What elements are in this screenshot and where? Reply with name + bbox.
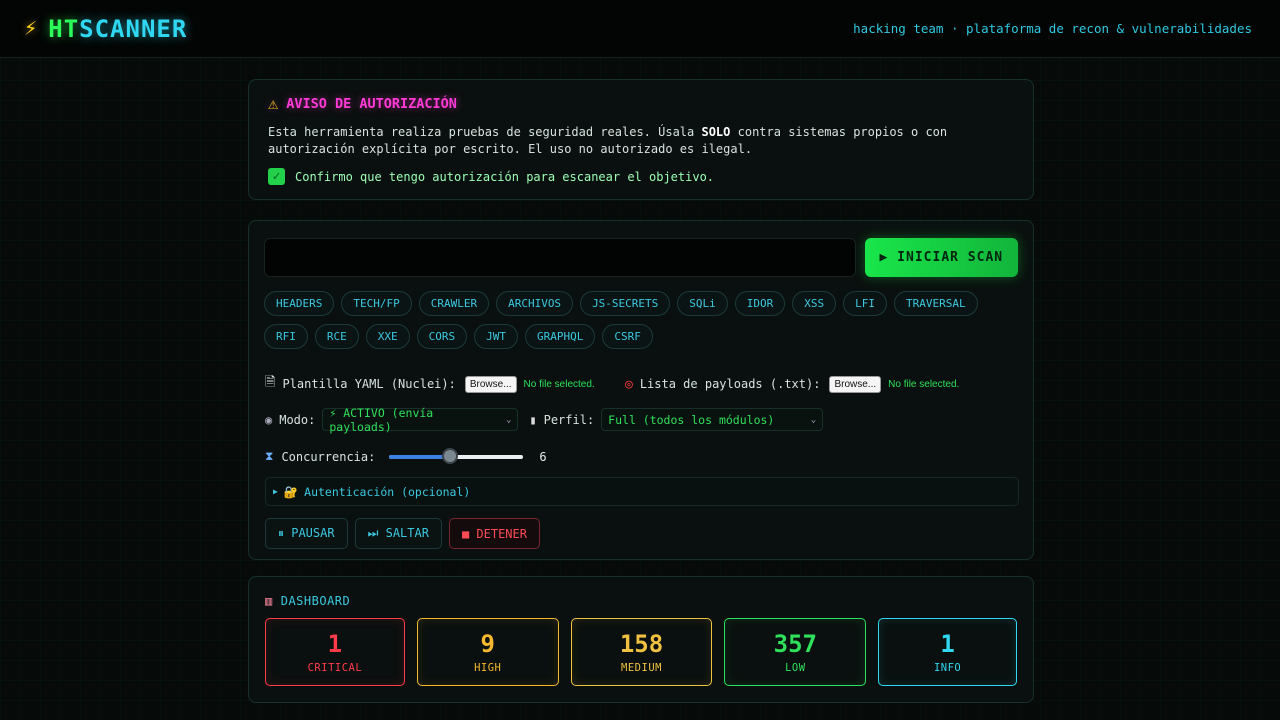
- module-chip[interactable]: JS-SECRETS: [580, 291, 671, 316]
- authorization-confirm[interactable]: ✓ Confirmo que tengo autorización para e…: [268, 168, 1014, 185]
- authorization-checkbox[interactable]: ✓: [268, 168, 285, 185]
- bolt-icon: ⚡: [24, 16, 39, 41]
- severity-count: 9: [480, 630, 495, 658]
- concurrency-value: 6: [539, 449, 547, 464]
- module-chip[interactable]: RFI: [264, 324, 308, 349]
- module-chip[interactable]: TRAVERSAL: [894, 291, 978, 316]
- severity-card-low[interactable]: 357 LOW: [724, 618, 867, 686]
- control-buttons: ⏸ PAUSAR ⏭ SALTAR ■ DETENER: [265, 518, 540, 549]
- module-chip[interactable]: RCE: [314, 324, 359, 349]
- file-row: 🗎 Plantilla YAML (Nuclei): Browse... No …: [265, 373, 959, 395]
- payloads-group: ◎ Lista de payloads (.txt): Browse... No…: [625, 375, 960, 393]
- severity-cards: 1 CRITICAL 9 HIGH 158 MEDIUM 357 LOW 1 INFO: [265, 618, 1018, 686]
- severity-card-high[interactable]: 9 HIGH: [416, 618, 559, 686]
- module-chip[interactable]: CORS: [416, 324, 468, 349]
- scan-panel: ▶ INICIAR SCAN HEADERS TECH/FP CRAWLER ARCH…: [248, 220, 1034, 560]
- module-chip[interactable]: IDOR: [734, 291, 786, 316]
- chevron-down-icon: ⌄: [505, 414, 512, 425]
- authorization-panel: ⚠ AVISO DE AUTORIZACIÓN Esta herramienta…: [248, 79, 1034, 200]
- profile-select[interactable]: Full (todos los módulos) ⌄: [601, 408, 824, 431]
- severity-count: 158: [619, 630, 664, 658]
- severity-label: LOW: [785, 662, 806, 674]
- module-chip[interactable]: SQLi: [677, 291, 728, 316]
- concurrency-slider-fill: [389, 454, 451, 459]
- mode-icon: ◉: [265, 412, 273, 427]
- brand-ht: HT: [48, 14, 80, 43]
- severity-card-medium[interactable]: 158 MEDIUM: [570, 618, 713, 686]
- module-chip[interactable]: ARCHIVOS: [496, 291, 574, 316]
- severity-label: MEDIUM: [621, 662, 662, 674]
- bar-chart-icon: ▥: [265, 594, 273, 608]
- module-chips: HEADERS TECH/FP CRAWLER ARCHIVOS JS-SECRETS S…: [264, 291, 1024, 349]
- concurrency-slider[interactable]: [389, 447, 524, 464]
- module-chip[interactable]: GRAPHQL: [525, 324, 596, 349]
- severity-label: INFO: [933, 662, 962, 674]
- authorization-title: ⚠ AVISO DE AUTORIZACIÓN: [268, 94, 457, 114]
- severity-label: HIGH: [474, 662, 502, 674]
- module-chip[interactable]: CSRF: [602, 324, 653, 349]
- severity-card-info[interactable]: 1 INFO: [878, 618, 1018, 686]
- severity-count: 357: [773, 630, 817, 658]
- start-scan-button[interactable]: ▶ INICIAR SCAN: [864, 238, 1018, 277]
- profile-label: Perfil:: [543, 412, 595, 427]
- module-chip[interactable]: XXE: [365, 324, 410, 349]
- payloads-browse-button[interactable]: Browse...: [829, 375, 882, 393]
- dashboard-title: ▥ DASHBOARD: [265, 594, 351, 608]
- thread-icon: ⧗: [265, 449, 274, 463]
- caret-right-icon: ▶: [273, 487, 278, 496]
- target-row: ▶ INICIAR SCAN: [264, 238, 1018, 277]
- authentication-toggle[interactable]: ▶ 🔐 Autenticación (opcional): [265, 477, 1019, 506]
- mode-select[interactable]: ⚡ ACTIVO (envía payloads) ⌄: [322, 406, 519, 434]
- yaml-browse-button[interactable]: Browse...: [464, 375, 517, 393]
- target-icon: ◎: [625, 376, 633, 392]
- warning-icon: ⚠: [268, 94, 279, 114]
- target-input[interactable]: [264, 238, 856, 277]
- yaml-no-file: No file selected.: [523, 378, 595, 390]
- concurrency-label: Concurrencia:: [281, 449, 376, 464]
- module-chip[interactable]: JWT: [474, 324, 518, 349]
- top-bar: ⚡ HTSCANNER hacking team · plataforma de…: [0, 0, 1280, 58]
- severity-card-critical[interactable]: 1 CRITICAL: [265, 618, 405, 686]
- chevron-down-icon: ⌄: [810, 414, 817, 425]
- module-chip[interactable]: CRAWLER: [418, 291, 490, 316]
- yaml-template-group: 🗎 Plantilla YAML (Nuclei): Browse... No …: [265, 373, 625, 395]
- brand-scanner: SCANNER: [79, 14, 188, 43]
- mode-row: ◉ Modo: ⚡ ACTIVO (envía payloads) ⌄ ▮ Per…: [265, 406, 824, 434]
- profile-icon: ▮: [529, 412, 537, 427]
- module-chip[interactable]: XSS: [792, 291, 837, 316]
- yaml-template-label: Plantilla YAML (Nuclei):: [282, 377, 456, 391]
- authorization-text: Esta herramienta realiza pruebas de segu…: [268, 125, 948, 156]
- severity-count: 1: [327, 630, 343, 658]
- module-chip[interactable]: TECH/FP: [341, 291, 412, 316]
- tagline: hacking team · plataforma de recon & vul…: [853, 21, 1252, 36]
- module-chip[interactable]: HEADERS: [264, 291, 335, 316]
- skip-button[interactable]: ⏭ SALTAR: [354, 518, 442, 549]
- dashboard-panel: ▥ DASHBOARD 1 CRITICAL 9 HIGH 158 MEDIUM 357 LO…: [248, 576, 1034, 703]
- concurrency-row: ⧗ Concurrencia: 6: [265, 447, 547, 464]
- concurrency-slider-thumb[interactable]: [442, 447, 459, 464]
- lock-icon: 🔐: [283, 484, 299, 499]
- mode-label: Modo:: [279, 412, 316, 427]
- payloads-label: Lista de payloads (.txt):: [639, 377, 821, 391]
- module-chip[interactable]: LFI: [843, 291, 888, 316]
- pause-button[interactable]: ⏸ PAUSAR: [265, 518, 348, 549]
- stop-button[interactable]: ■ DETENER: [448, 518, 540, 549]
- severity-label: CRITICAL: [307, 662, 363, 674]
- brand-logo[interactable]: ⚡ HTSCANNER: [24, 15, 187, 43]
- payloads-no-file: No file selected.: [888, 378, 960, 390]
- authorization-confirm-label: Confirmo que tengo autorización para esc…: [295, 169, 715, 184]
- document-icon: 🗎: [265, 375, 276, 390]
- severity-count: 1: [940, 630, 955, 658]
